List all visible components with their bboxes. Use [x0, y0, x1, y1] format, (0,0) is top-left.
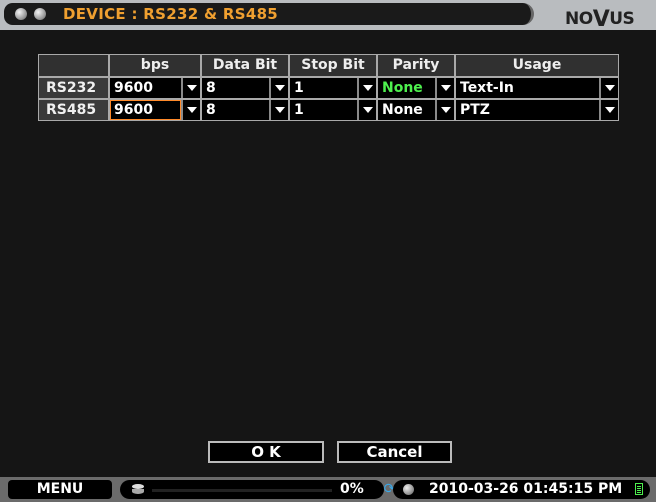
rs232-usage-value: Text-In [456, 78, 599, 98]
status-bar: MENU 0% ⟳≣✎⍾⛁ⓘ 2010-03-26 01:45:15 PM [0, 477, 656, 502]
dropdown-arrow-icon[interactable] [435, 100, 454, 120]
rs485-bps-select[interactable]: 9600 [110, 100, 200, 120]
rs232-parity-select[interactable]: None [378, 78, 454, 98]
title-bar: DEVICE : RS232 & RS485 NOVUS [0, 0, 656, 32]
table-header-bps: bps [110, 55, 200, 76]
clock-dot-icon [403, 484, 414, 495]
table-header-stop-bit: Stop Bit [290, 55, 376, 76]
rs485-usage-value: PTZ [456, 100, 599, 120]
ok-button[interactable]: O K [208, 441, 324, 463]
dropdown-arrow-icon[interactable] [599, 100, 618, 120]
table-header-data-bit: Data Bit [202, 55, 288, 76]
dropdown-arrow-icon[interactable] [357, 78, 376, 98]
datetime-display: 2010-03-26 01:45:15 PM [393, 480, 650, 499]
cancel-button[interactable]: Cancel [337, 441, 452, 463]
rs232-bps-value: 9600 [110, 78, 181, 98]
rs485-parity-select[interactable]: None [378, 100, 454, 120]
window-dot-icon [34, 8, 46, 20]
title-pill: DEVICE : RS232 & RS485 [4, 3, 534, 25]
row-label-rs232: RS232 [39, 78, 108, 98]
row-label-rs485: RS485 [39, 100, 108, 120]
dropdown-arrow-icon[interactable] [269, 100, 288, 120]
window-dot-icon [15, 8, 27, 20]
hdd-usage-bar [152, 489, 332, 492]
menu-button[interactable]: MENU [8, 480, 112, 499]
table-header-parity: Parity [378, 55, 454, 76]
rs485-stop-bit-select[interactable]: 1 [290, 100, 376, 120]
table-header-corner [39, 55, 108, 76]
hdd-usage-percent: 0% [340, 481, 364, 497]
battery-icon [635, 483, 643, 495]
dropdown-arrow-icon[interactable] [357, 100, 376, 120]
dropdown-arrow-icon[interactable] [269, 78, 288, 98]
novus-logo: NOVUS [565, 7, 635, 32]
dropdown-arrow-icon[interactable] [435, 78, 454, 98]
rs485-data-bit-select[interactable]: 8 [202, 100, 288, 120]
rs232-parity-value: None [378, 78, 435, 98]
datetime-text: 2010-03-26 01:45:15 PM [429, 481, 623, 497]
rs232-data-bit-select[interactable]: 8 [202, 78, 288, 98]
rs485-usage-select[interactable]: PTZ [456, 100, 618, 120]
dropdown-arrow-icon[interactable] [181, 100, 200, 120]
rs232-stop-bit-select[interactable]: 1 [290, 78, 376, 98]
hdd-status: 0% ⟳≣✎⍾⛁ⓘ [120, 480, 472, 499]
rs232-bps-select[interactable]: 9600 [110, 78, 200, 98]
serial-settings-table: bps Data Bit Stop Bit Parity Usage RS232… [38, 54, 619, 121]
rs232-stop-bit-value: 1 [290, 78, 357, 98]
rs485-data-bit-value: 8 [202, 100, 269, 120]
rs232-usage-select[interactable]: Text-In [456, 78, 618, 98]
rs485-bps-value: 9600 [110, 100, 181, 120]
rs485-stop-bit-value: 1 [290, 100, 357, 120]
hdd-icon [132, 484, 144, 495]
window-title: DEVICE : RS232 & RS485 [63, 5, 279, 23]
rs232-data-bit-value: 8 [202, 78, 269, 98]
dropdown-arrow-icon[interactable] [181, 78, 200, 98]
table-header-usage: Usage [456, 55, 618, 76]
dropdown-arrow-icon[interactable] [599, 78, 618, 98]
rs485-parity-value: None [378, 100, 435, 120]
